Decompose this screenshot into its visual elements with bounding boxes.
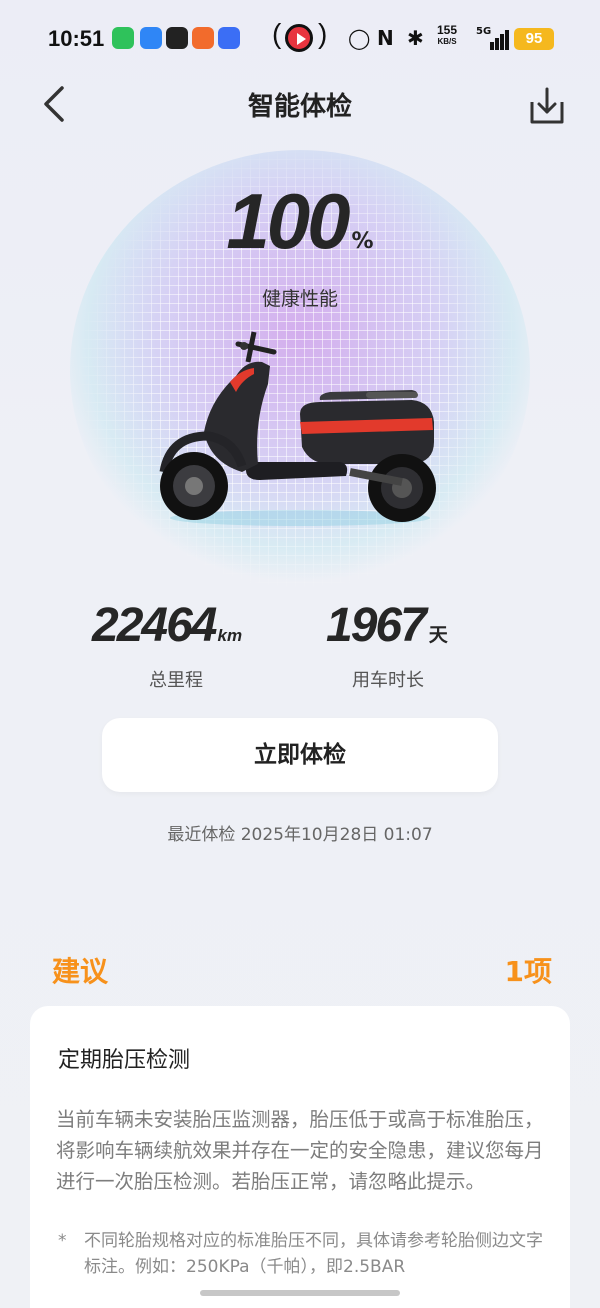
app-notification-icon [166,27,188,49]
status-time: 10:51 [48,26,105,51]
screen-record-icon: ( ) [272,18,328,56]
download-button[interactable] [526,84,568,128]
suggestion-card[interactable]: 定期胎压检测 当前车辆未安装胎压监测器，胎压低于或高于标准胎压，将影响车辆续航效… [30,1006,570,1308]
days-unit: 天 [428,624,448,646]
health-score: 100% [0,176,600,267]
app-notification-icon [218,27,240,49]
app-notification-icon [140,27,162,49]
page-title: 智能体检 [247,92,352,122]
suggestions-count: 1项 [504,955,552,988]
status-bar: 10:51 ( ) ◯ N ✱ 155 KB/S 5G 95 [0,0,600,78]
suggestion-body: 当前车辆未安装胎压监测器，胎压低于或高于标准胎压，将影响车辆续航效果并存在一定的… [56,1108,544,1193]
days-label: 用车时长 [352,670,424,691]
download-icon [530,87,564,124]
note-marker: * [58,1231,67,1251]
days-value: 1967 天 [326,599,448,652]
app-notification-icon [192,27,214,49]
scooter-image [159,331,436,526]
home-indicator[interactable] [200,1290,400,1296]
bluetooth-icon: ✱ [407,26,424,50]
score-label: 健康性能 [261,288,338,310]
suggestion-note: * 不同轮胎规格对应的标准胎压不同，具体请参考轮胎侧边文字标注。例如：250KP… [58,1228,548,1280]
nfc-icon: N [377,26,394,50]
network-speed: 155 KB/S [437,23,458,46]
score-unit: % [351,229,374,254]
wechat-icon [112,27,134,49]
signal-icon: 5G [476,26,509,50]
water-drop-icon: ◯ [348,26,371,50]
mileage-unit: km [217,626,243,645]
mileage-label: 总里程 [149,670,203,691]
suggestion-title: 定期胎压检测 [58,1048,191,1073]
battery-icon: 95 [514,28,554,50]
score-value: 100 [226,177,350,265]
suggestions-title: 建议 [52,955,109,988]
note-text: 不同轮胎规格对应的标准胎压不同，具体请参考轮胎侧边文字标注。例如：250KPa（… [84,1231,543,1277]
check-now-button[interactable]: 立即体检 [102,718,498,792]
last-check-time: 最近体检 2025年10月28日 01:07 [167,825,433,845]
mileage-value: 22464 km [92,599,243,652]
